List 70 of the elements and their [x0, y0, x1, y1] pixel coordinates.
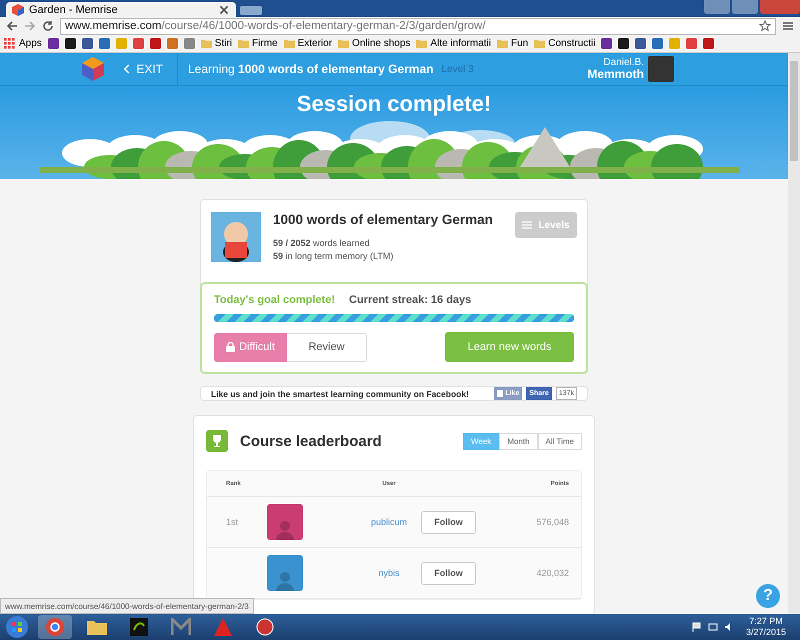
app-icon: [214, 618, 232, 636]
cube-logo-icon[interactable]: [82, 57, 104, 81]
chevron-left-icon: [124, 63, 130, 75]
apps-shortcut[interactable]: Apps: [4, 38, 42, 50]
menu-icon[interactable]: [782, 20, 794, 32]
bookmark-icon[interactable]: [635, 38, 646, 49]
session-complete-heading: Session complete!: [296, 91, 492, 117]
bookmark-folder[interactable]: Exterior: [284, 38, 332, 49]
goal-status: Today's goal complete!: [214, 294, 335, 306]
bookmark-folder[interactable]: Firme: [238, 38, 278, 49]
bookmark-folder[interactable]: Alte informatii: [416, 38, 491, 49]
person-silhouette-icon: [276, 571, 294, 592]
period-tab[interactable]: All Time: [538, 432, 582, 450]
app-icon: [130, 618, 148, 636]
bookmark-folder[interactable]: Fun: [497, 38, 528, 49]
clock[interactable]: 7:27 PM 3/27/2015: [746, 616, 786, 638]
folder-icon: [200, 38, 212, 49]
follow-button[interactable]: Follow: [421, 510, 476, 534]
bookmark-icon[interactable]: [48, 38, 59, 49]
user-name: Daniel.B.: [603, 56, 644, 68]
reload-icon[interactable]: [42, 20, 54, 32]
bookmark-folder[interactable]: Stiri: [200, 38, 232, 49]
streak-label: Current streak: 16 days: [349, 294, 472, 306]
browser-tab[interactable]: Garden - Memrise: [6, 2, 236, 17]
folder-icon: [497, 38, 508, 49]
app-icon: [171, 618, 191, 636]
course-stat: 59 in long term memory (LTM): [273, 250, 394, 262]
start-button[interactable]: [4, 615, 30, 639]
bookmark-icon[interactable]: [618, 38, 630, 49]
bookmark-icon[interactable]: [82, 38, 93, 49]
review-button[interactable]: Review: [287, 332, 367, 362]
follow-button[interactable]: Follow: [421, 562, 476, 585]
points-cell-text: 576,048: [535, 517, 570, 528]
apps-grid-icon: [4, 38, 16, 50]
points-cell-text: 420,032: [535, 568, 570, 578]
course-title: Learning 1000 words of elementary German: [188, 62, 434, 76]
course-stat: 59 / 2052 words learned: [273, 237, 371, 250]
bookmark-icon[interactable]: [601, 38, 612, 49]
leaderboard-title: Course leaderboard: [240, 432, 383, 450]
period-tab[interactable]: Month: [499, 432, 538, 450]
network-icon[interactable]: [708, 622, 718, 632]
user-title: Memmoth: [587, 68, 644, 82]
trophy-icon: [206, 430, 228, 452]
lock-icon: [226, 342, 236, 352]
folder-icon: [338, 38, 350, 49]
level-label: Level 3: [441, 64, 474, 74]
star-icon[interactable]: [759, 20, 771, 32]
rank-cell-text: 1st: [225, 517, 240, 528]
course-name: 1000 words of elementary German: [273, 212, 494, 227]
flag-icon[interactable]: [692, 622, 702, 632]
person-silhouette-icon: [276, 520, 294, 540]
facebook-prompt: Like us and join the smartest learning community on Facebook!: [211, 388, 470, 399]
reading-character-icon: [211, 212, 261, 262]
status-url: www.memrise.com/course/46/1000-words-of-elementary-german-2/3: [0, 598, 254, 614]
back-icon[interactable]: [6, 20, 18, 32]
bookmark-icon[interactable]: [64, 38, 76, 49]
chrome-taskbar-button[interactable]: [38, 615, 72, 639]
folder-icon: [534, 38, 546, 49]
scrollbar-thumb[interactable]: [790, 61, 798, 161]
folder-icon: [238, 38, 250, 49]
cube-logo-icon: [12, 4, 24, 16]
address-bar[interactable]: www.memrise.com/course/46/1000-words-of-elementary-german-2/3/garden/grow/: [60, 18, 776, 34]
bookmark-folder[interactable]: Constructii: [534, 38, 596, 49]
folder-icon: [416, 38, 428, 49]
folder-icon: [87, 619, 107, 635]
folder-icon: [284, 38, 295, 49]
close-icon[interactable]: [218, 4, 230, 16]
circle-logo-icon: [45, 617, 65, 637]
bookmark-folder[interactable]: Online shops: [338, 38, 410, 49]
menu-icon: [522, 221, 532, 229]
